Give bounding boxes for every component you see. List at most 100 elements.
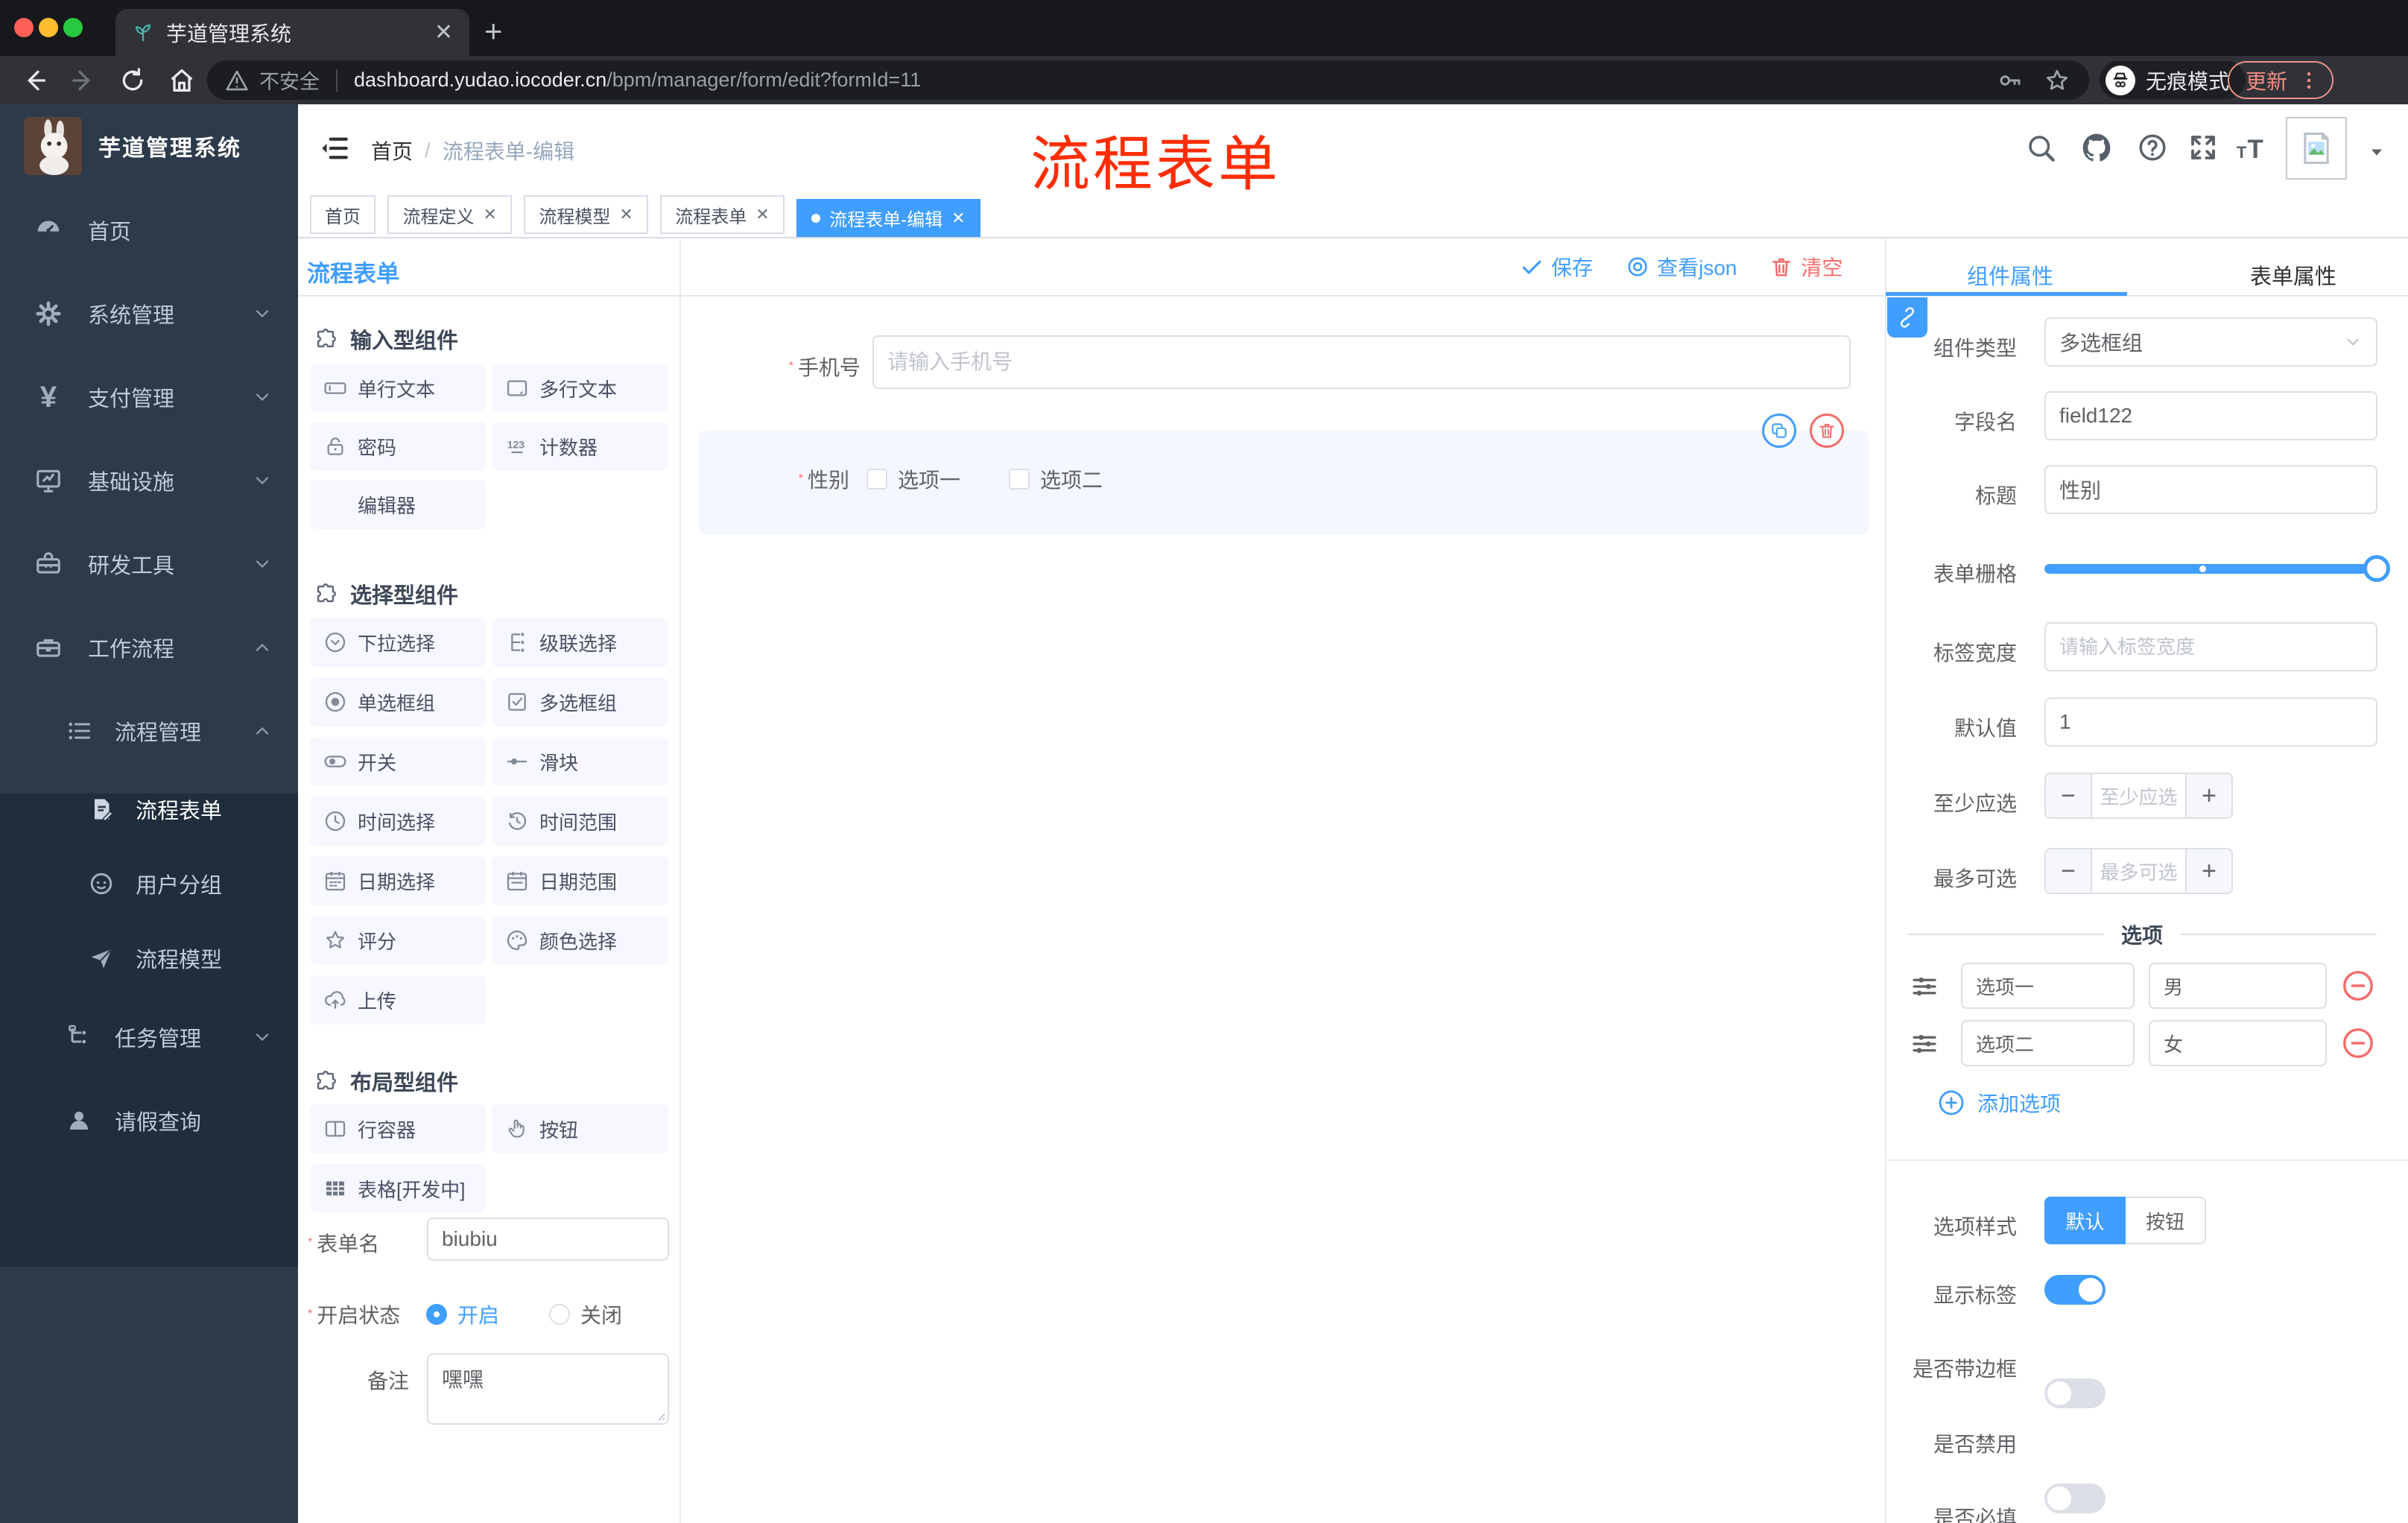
- url-text[interactable]: dashboard.yudao.iocoder.cn/bpm/manager/f…: [354, 69, 921, 92]
- github-icon[interactable]: [2080, 131, 2113, 164]
- tag-process-form[interactable]: 流程表单 ✕: [660, 195, 785, 234]
- component-time-range[interactable]: 时间范围: [492, 797, 668, 846]
- search-icon[interactable]: [2025, 132, 2056, 163]
- label-width-field[interactable]: [2044, 622, 2377, 671]
- option-label-input[interactable]: [1961, 1020, 2135, 1066]
- drag-handle-icon[interactable]: [1909, 1028, 1940, 1060]
- label-width-input[interactable]: [2044, 622, 2377, 671]
- component-switch[interactable]: 开关: [310, 737, 486, 786]
- sidebar-item-workflow[interactable]: 工作流程: [0, 606, 298, 689]
- sidebar-item-home[interactable]: 首页: [0, 189, 298, 272]
- checkbox-icon[interactable]: [866, 469, 887, 490]
- remark-field[interactable]: 嘿嘿: [427, 1353, 669, 1425]
- component-time-picker[interactable]: 时间选择: [310, 797, 486, 846]
- remove-option-icon[interactable]: [2341, 1026, 2375, 1060]
- sidebar-item-task-mgmt[interactable]: 任务管理: [0, 995, 298, 1079]
- app-logo[interactable]: 芋道管理系统: [0, 104, 298, 188]
- traffic-close-button[interactable]: [14, 18, 34, 37]
- tag-close-icon[interactable]: ✕: [755, 205, 769, 224]
- tab-close-icon[interactable]: ✕: [434, 19, 453, 45]
- sidebar-item-process-form[interactable]: 流程表单: [0, 772, 298, 846]
- save-button[interactable]: 保存: [1520, 252, 1593, 282]
- sidebar-item-user-group[interactable]: 用户分组: [0, 846, 298, 921]
- password-key-icon[interactable]: [1997, 67, 2024, 94]
- default-value-field[interactable]: [2044, 697, 2377, 747]
- title-input[interactable]: [2044, 465, 2377, 514]
- sidebar-item-leave-query[interactable]: 请假查询: [0, 1079, 298, 1162]
- component-select[interactable]: 下拉选择: [310, 618, 486, 667]
- address-bar[interactable]: 不安全 dashboard.yudao.iocoder.cn/bpm/manag…: [207, 60, 2089, 100]
- gender-option-1[interactable]: 选项一: [866, 464, 960, 494]
- option-value-input[interactable]: [2149, 963, 2327, 1009]
- form-name-field[interactable]: [427, 1218, 669, 1261]
- component-color-picker[interactable]: 颜色选择: [492, 916, 668, 965]
- component-date-range[interactable]: 日期范围: [492, 856, 668, 905]
- component-upload[interactable]: 上传: [310, 975, 486, 1025]
- forward-icon[interactable]: [69, 66, 98, 95]
- sidebar-item-system[interactable]: 系统管理: [0, 272, 298, 355]
- field-name-field[interactable]: [2044, 391, 2377, 440]
- home-icon[interactable]: [167, 66, 197, 95]
- tag-process-model[interactable]: 流程模型 ✕: [524, 195, 648, 234]
- slider-handle[interactable]: [2363, 555, 2390, 582]
- traffic-minimize-button[interactable]: [39, 18, 58, 37]
- component-editor[interactable]: 编辑器: [310, 480, 486, 529]
- breadcrumb-home[interactable]: 首页: [371, 136, 413, 165]
- style-default-button[interactable]: 默认: [2044, 1197, 2126, 1244]
- minus-button[interactable]: −: [2046, 849, 2091, 893]
- gender-option-2[interactable]: 选项二: [1009, 464, 1103, 494]
- fullscreen-icon[interactable]: [2187, 132, 2219, 163]
- copy-component-button[interactable]: [1762, 414, 1796, 448]
- drag-handle-icon[interactable]: [1909, 971, 1940, 1002]
- phone-field[interactable]: [872, 335, 1851, 389]
- resize-handle[interactable]: [654, 1410, 666, 1422]
- option-label-input[interactable]: [1961, 963, 2135, 1009]
- caret-down-icon[interactable]: [2366, 142, 2387, 162]
- clear-button[interactable]: 清空: [1769, 252, 1843, 282]
- reload-icon[interactable]: [118, 66, 148, 95]
- help-icon[interactable]: [2137, 132, 2168, 163]
- remark-textarea[interactable]: 嘿嘿: [427, 1353, 669, 1425]
- option-value-input[interactable]: [2149, 1020, 2327, 1066]
- show-label-switch[interactable]: [2044, 1275, 2106, 1305]
- component-text-input[interactable]: 单行文本: [310, 364, 486, 413]
- checkbox-icon[interactable]: [1009, 469, 1030, 490]
- status-radio-off[interactable]: 关闭: [549, 1299, 622, 1329]
- component-table[interactable]: 表格[开发中]: [310, 1164, 486, 1213]
- min-select-input[interactable]: 至少应选: [2091, 774, 2187, 817]
- tag-process-def[interactable]: 流程定义 ✕: [387, 195, 512, 234]
- tag-process-form-edit[interactable]: 流程表单-编辑 ✕: [796, 198, 980, 238]
- tag-close-icon[interactable]: ✕: [619, 205, 633, 224]
- sidebar-item-pay[interactable]: ¥ 支付管理: [0, 355, 298, 439]
- component-cascader[interactable]: 级联选择: [492, 618, 668, 667]
- border-switch[interactable]: [2044, 1378, 2106, 1408]
- view-json-button[interactable]: 查看json: [1626, 252, 1737, 282]
- radio-off-icon[interactable]: [549, 1304, 570, 1325]
- sidebar-item-infra[interactable]: 基础设施: [0, 439, 298, 522]
- component-row-container[interactable]: 行容器: [310, 1104, 486, 1153]
- status-radio-on[interactable]: 开启: [426, 1299, 499, 1329]
- plus-button[interactable]: +: [2187, 849, 2231, 893]
- field-name-input[interactable]: [2044, 391, 2377, 440]
- grid-slider-track[interactable]: [2044, 555, 2390, 582]
- font-size-icon[interactable]: TT: [2235, 133, 2268, 164]
- remove-option-icon[interactable]: [2341, 969, 2375, 1003]
- component-checkbox-group[interactable]: 多选框组: [492, 677, 668, 726]
- radio-on-icon[interactable]: [426, 1304, 447, 1325]
- tab-component-props[interactable]: 组件属性: [1967, 259, 2053, 291]
- link-tab[interactable]: [1887, 297, 1927, 338]
- security-label[interactable]: 不安全: [259, 66, 320, 95]
- component-textarea[interactable]: 多行文本: [492, 364, 668, 413]
- disabled-switch[interactable]: [2044, 1484, 2106, 1513]
- sidebar-item-process-model[interactable]: 流程模型: [0, 921, 298, 995]
- browser-tab[interactable]: 芋道管理系统 ✕: [115, 9, 469, 56]
- sidebar-item-process-mgmt[interactable]: 流程管理: [0, 689, 298, 773]
- type-select[interactable]: 多选框组: [2044, 317, 2377, 367]
- tab-form-props[interactable]: 表单属性: [2250, 259, 2336, 291]
- phone-input[interactable]: [872, 335, 1851, 389]
- tag-close-icon[interactable]: ✕: [951, 209, 965, 228]
- component-rate[interactable]: 评分: [310, 916, 486, 965]
- default-value-input[interactable]: [2044, 697, 2377, 747]
- component-counter[interactable]: 123 计数器: [492, 422, 668, 471]
- add-option-button[interactable]: 添加选项: [1937, 1088, 2061, 1118]
